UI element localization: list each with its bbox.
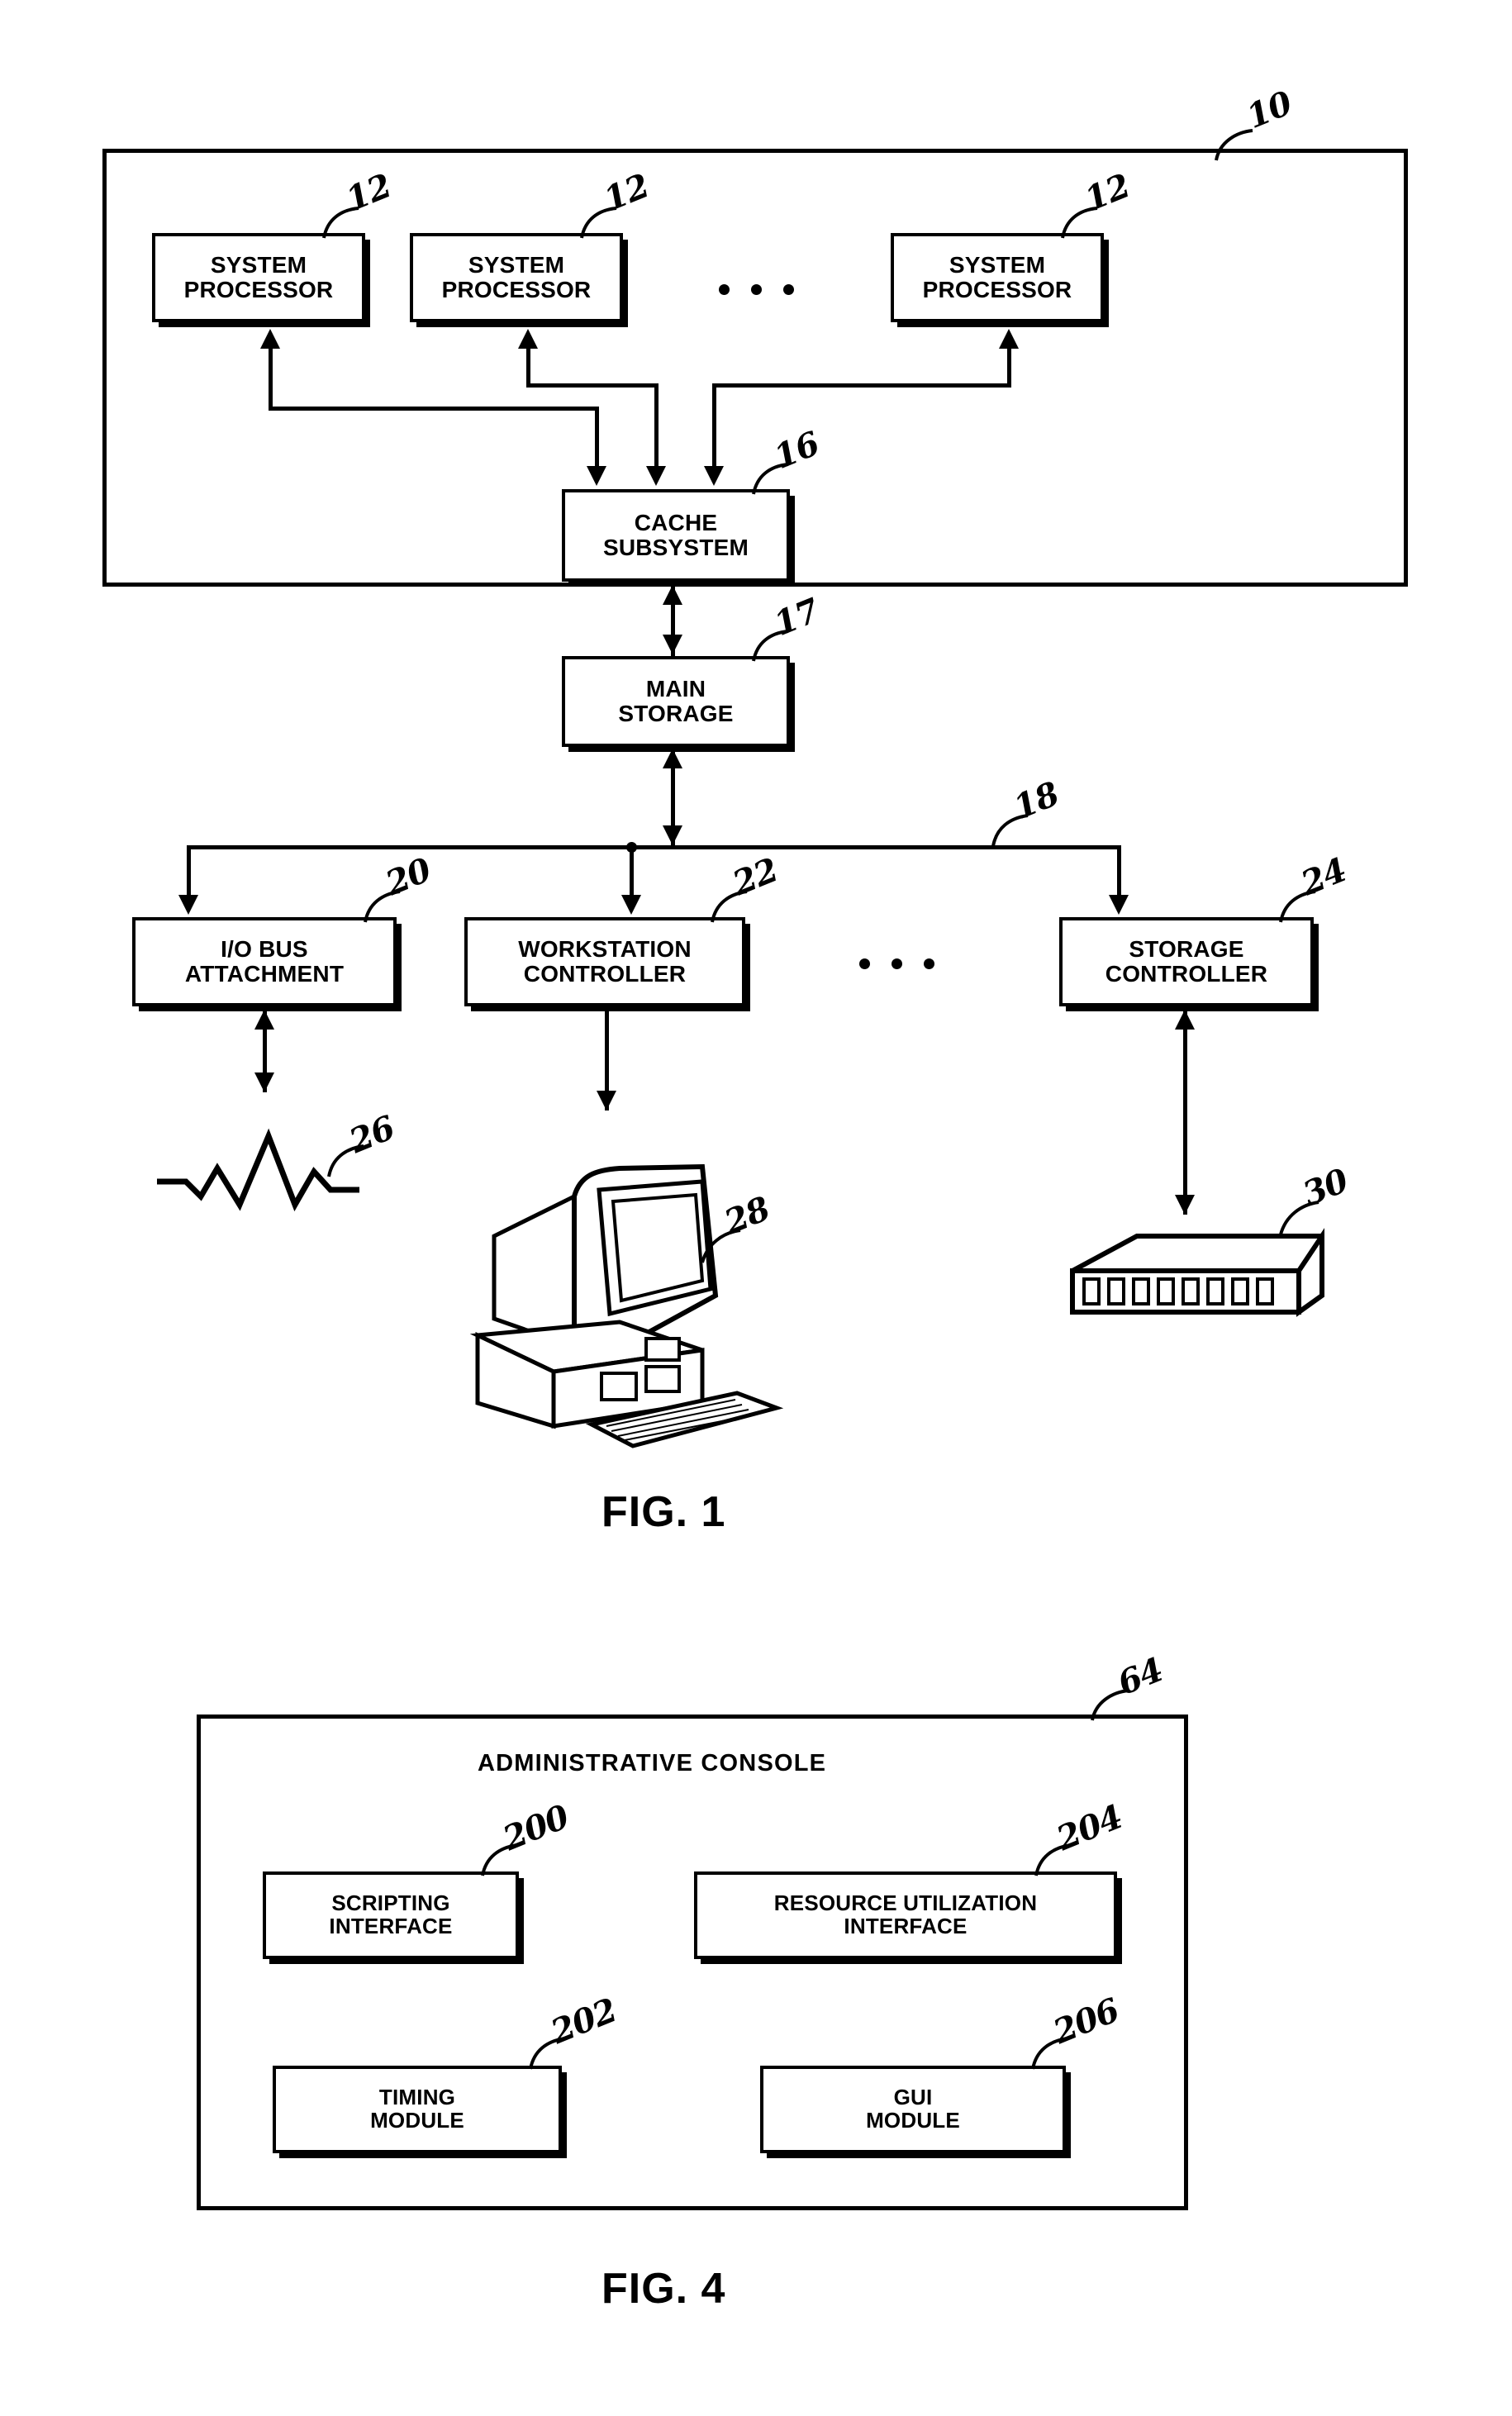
system-processor-2-line1: SYSTEM <box>468 252 565 278</box>
timing-module: TIMING MODULE <box>273 2066 562 2153</box>
timing-module-line2: MODULE <box>370 2108 464 2133</box>
storage-controller-line2: CONTROLLER <box>1105 961 1268 987</box>
cache-subsystem: CACHE SUBSYSTEM <box>562 489 790 582</box>
patent-drawing-sheet: 10 SYSTEM PROCESSOR 12 SYSTEM PROCESSOR … <box>0 0 1512 2416</box>
main-storage: MAIN STORAGE <box>562 656 790 747</box>
system-processor-1: SYSTEM PROCESSOR <box>152 233 365 322</box>
resource-utilization-interface-line2: INTERFACE <box>844 1914 968 1938</box>
arrow-into-workstation-controller <box>621 895 641 915</box>
line-proc2-down <box>526 347 530 383</box>
arrow-up-storage-controller <box>1175 1010 1195 1030</box>
arrow-to-main-storage <box>663 749 682 768</box>
io-bus-attachment-line1: I/O BUS <box>221 936 308 963</box>
workstation-computer-icon <box>469 1163 784 1448</box>
cache-subsystem-line1: CACHE <box>634 510 718 536</box>
cache-subsystem-line2: SUBSYSTEM <box>602 535 749 560</box>
storage-device-icon <box>1070 1228 1324 1317</box>
arrow-into-cache-1 <box>587 466 606 486</box>
line-proc2-to-cache <box>654 383 659 466</box>
line-proc2-horiz <box>526 383 659 388</box>
arrow-to-bus <box>663 825 682 845</box>
scripting-interface: SCRIPTING INTERFACE <box>263 1871 519 1959</box>
scripting-interface-line2: INTERFACE <box>329 1914 453 1938</box>
arrow-to-storage-from-cache <box>663 635 682 654</box>
arrow-into-cache-2 <box>646 466 666 486</box>
arrow-to-processor-1 <box>260 329 280 349</box>
resource-utilization-interface: RESOURCE UTILIZATION INTERFACE <box>694 1871 1117 1959</box>
storage-controller: STORAGE CONTROLLER <box>1059 917 1314 1006</box>
workstation-controller-line1: WORKSTATION <box>518 936 692 963</box>
main-storage-line1: MAIN <box>645 676 706 702</box>
line-proc3-horiz <box>712 383 1011 388</box>
io-bus-attachment: I/O BUS ATTACHMENT <box>132 917 397 1006</box>
line-proc1-horiz <box>269 407 599 411</box>
arrow-to-cache-from-storage <box>663 585 682 605</box>
resource-utilization-interface-line1: RESOURCE UTILIZATION <box>773 1890 1038 1916</box>
timing-module-line1: TIMING <box>378 2085 456 2110</box>
arrow-into-cache-3 <box>704 466 724 486</box>
storage-controller-line1: STORAGE <box>1129 936 1244 963</box>
system-processor-3-line2: PROCESSOR <box>922 277 1072 302</box>
system-processor-1-line1: SYSTEM <box>210 252 307 278</box>
line-proc1-to-cache <box>595 407 599 466</box>
main-storage-line2: STORAGE <box>618 701 734 726</box>
gui-module-line1: GUI <box>893 2085 933 2110</box>
administrative-console-title: ADMINISTRATIVE CONSOLE <box>478 1750 827 1776</box>
line-proc3-down <box>1007 347 1011 383</box>
arrow-up-io-attachment <box>254 1010 274 1030</box>
arrow-down-to-workstation <box>597 1091 616 1111</box>
arrow-down-to-network <box>254 1072 274 1092</box>
controller-ellipsis <box>859 958 934 969</box>
system-processor-2-line2: PROCESSOR <box>441 277 592 302</box>
line-proc1-down <box>269 347 273 407</box>
line-bus-to-workstation <box>630 845 634 898</box>
scripting-interface-line1: SCRIPTING <box>331 1890 450 1916</box>
figure-1-caption: FIG. 1 <box>601 1488 726 1536</box>
line-proc3-to-cache <box>712 383 716 466</box>
system-processor-3-line1: SYSTEM <box>949 252 1046 278</box>
line-bus-to-io <box>187 845 191 898</box>
workstation-controller: WORKSTATION CONTROLLER <box>464 917 745 1006</box>
system-processor-2: SYSTEM PROCESSOR <box>410 233 623 322</box>
workstation-controller-line2: CONTROLLER <box>523 961 687 987</box>
io-bus-attachment-line2: ATTACHMENT <box>184 961 345 987</box>
arrow-into-storage-controller <box>1109 895 1129 915</box>
gui-module-line2: MODULE <box>866 2108 960 2133</box>
arrow-down-to-storage-device <box>1175 1195 1195 1215</box>
processor-ellipsis <box>719 284 794 295</box>
line-bus-to-storage-ctrl <box>1117 845 1121 898</box>
line-storagectrl-to-device <box>1183 1010 1187 1215</box>
arrow-into-io-bus-attachment <box>178 895 198 915</box>
arrow-to-processor-2 <box>518 329 538 349</box>
io-bus-line <box>187 845 1120 849</box>
gui-module: GUI MODULE <box>760 2066 1066 2153</box>
system-processor-3: SYSTEM PROCESSOR <box>891 233 1104 322</box>
system-processor-1-line2: PROCESSOR <box>183 277 334 302</box>
arrow-to-processor-3 <box>999 329 1019 349</box>
figure-4-caption: FIG. 4 <box>601 2265 726 2313</box>
